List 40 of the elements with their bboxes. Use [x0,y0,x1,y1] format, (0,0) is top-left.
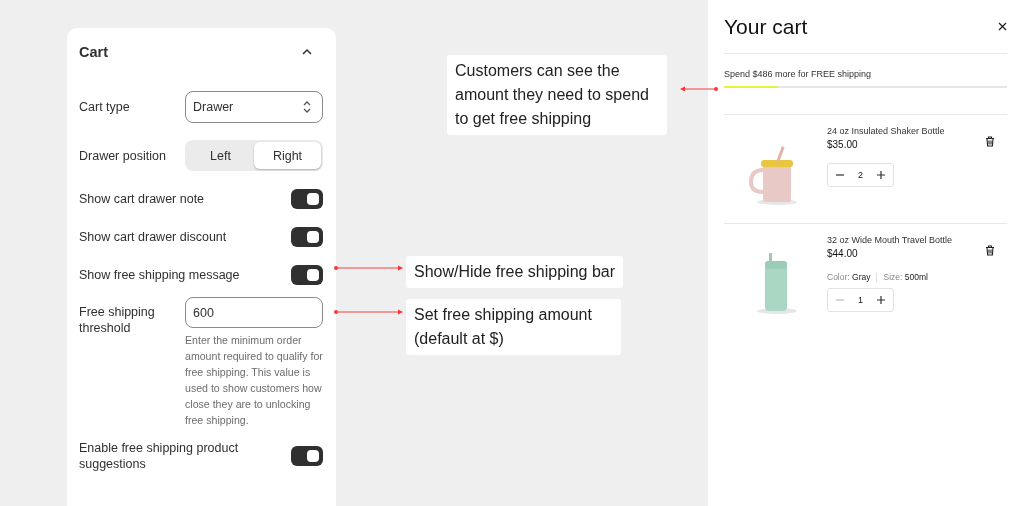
setting-label: Enable free shipping product suggestions [79,440,240,472]
updown-icon [302,100,312,114]
cart-title: Your cart [724,14,808,39]
plus-icon[interactable] [876,295,886,305]
leader-line [334,265,403,271]
toggle-switch[interactable] [291,265,323,285]
trash-icon[interactable] [985,136,995,147]
product-price: $44.00 [827,248,859,259]
callout: Customers can see the amount they need to spend to get free shipping [447,55,667,135]
callout: Set free shipping amount (default at $) [406,299,621,355]
setting-label: Show cart drawer note [79,191,206,207]
product-name: 24 oz Insulated Shaker Bottle [827,126,946,136]
callout: Show/Hide free shipping bar [406,256,623,288]
setting-label: Cart type [79,99,131,115]
product-name: 32 oz Wide Mouth Travel Bottle [827,235,954,245]
threshold-input[interactable]: 600 [185,297,323,328]
trash-icon[interactable] [985,245,995,256]
close-icon[interactable] [998,22,1007,31]
variant-text: Color: Gray [827,272,871,282]
help-text: Enter the minimum order amount required to qualify for free shipping. This value is used to show customers how close they are to unlocking free shipping. [185,333,323,428]
leader-line [680,86,718,92]
shipping-message: Spend $486 more for FREE shipping [724,69,873,79]
quantity-value: 2 [858,170,863,180]
toggle-switch[interactable] [291,189,323,209]
cart-type-select[interactable]: Drawer [185,91,323,123]
setting-label: Show free shipping message [79,267,241,283]
leader-line [334,309,403,315]
panel-title: Cart [79,44,108,60]
collapse-icon[interactable] [301,48,313,56]
setting-label: Free shipping threshold [79,304,156,336]
setting-label: Show cart drawer discount [79,229,228,245]
position-option[interactable]: Right [254,142,321,169]
position-option[interactable]: Left [187,142,254,169]
toggle-switch[interactable] [291,446,323,466]
plus-icon[interactable] [876,170,886,180]
toggle-switch[interactable] [291,227,323,247]
quantity-value: 1 [858,295,863,305]
product-price: $35.00 [827,139,859,150]
setting-label: Drawer position [79,147,167,164]
variant-text: Size: 500ml [883,272,928,282]
